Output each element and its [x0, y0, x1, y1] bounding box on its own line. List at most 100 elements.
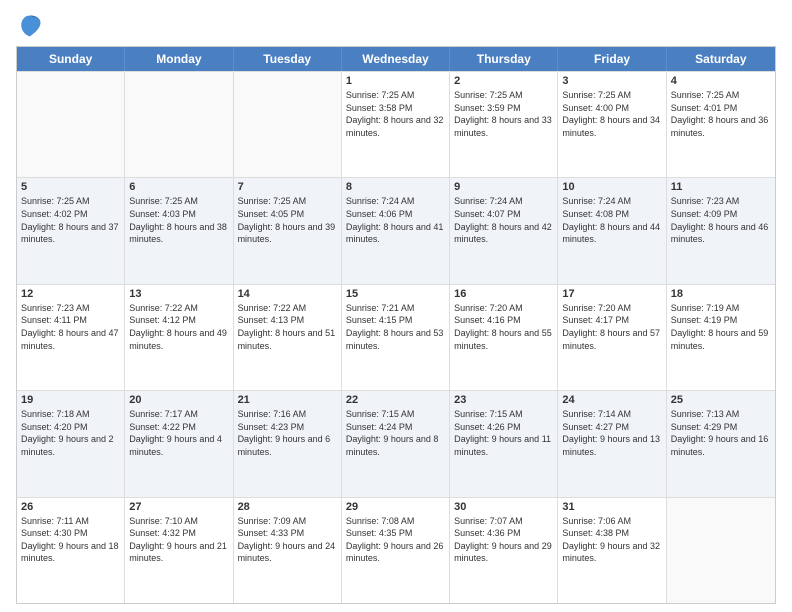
calendar-cell: 25 Sunrise: 7:13 AM Sunset: 4:29 PM Dayli…	[667, 391, 775, 496]
calendar-week: 5 Sunrise: 7:25 AM Sunset: 4:02 PM Daylig…	[17, 177, 775, 283]
calendar-cell: 13 Sunrise: 7:22 AM Sunset: 4:12 PM Dayli…	[125, 285, 233, 390]
day-number: 5	[21, 181, 120, 193]
cell-info: Sunrise: 7:15 AM Sunset: 4:26 PM Dayligh…	[454, 408, 553, 458]
cell-info: Sunrise: 7:06 AM Sunset: 4:38 PM Dayligh…	[562, 515, 661, 565]
cell-info: Sunrise: 7:19 AM Sunset: 4:19 PM Dayligh…	[671, 302, 771, 352]
cell-info: Sunrise: 7:10 AM Sunset: 4:32 PM Dayligh…	[129, 515, 228, 565]
calendar-week: 19 Sunrise: 7:18 AM Sunset: 4:20 PM Dayli…	[17, 390, 775, 496]
calendar-week: 12Sunrise: 7:23 AM Sunset: 4:11 PM Dayli…	[17, 284, 775, 390]
calendar-cell: 3 Sunrise: 7:25 AM Sunset: 4:00 PM Daylig…	[558, 72, 666, 177]
cell-info: Sunrise: 7:24 AM Sunset: 4:08 PM Dayligh…	[562, 195, 661, 245]
calendar-body: 1 Sunrise: 7:25 AM Sunset: 3:58 PM Daylig…	[17, 71, 775, 603]
calendar-cell: 18 Sunrise: 7:19 AM Sunset: 4:19 PM Dayli…	[667, 285, 775, 390]
cell-info: Sunrise: 7:25 AM Sunset: 4:00 PM Dayligh…	[562, 89, 661, 139]
calendar-cell: 20 Sunrise: 7:17 AM Sunset: 4:22 PM Dayli…	[125, 391, 233, 496]
calendar-week: 1 Sunrise: 7:25 AM Sunset: 3:58 PM Daylig…	[17, 71, 775, 177]
cell-info: Sunrise: 7:25 AM Sunset: 4:03 PM Dayligh…	[129, 195, 228, 245]
logo-icon	[16, 12, 44, 40]
weekday-header: Monday	[125, 47, 233, 71]
calendar-cell: 8 Sunrise: 7:24 AM Sunset: 4:06 PM Daylig…	[342, 178, 450, 283]
day-number: 23	[454, 394, 553, 406]
day-number: 29	[346, 501, 445, 513]
calendar-header: SundayMondayTuesdayWednesdayThursdayFrid…	[17, 47, 775, 71]
calendar-cell: 29Sunrise: 7:08 AM Sunset: 4:35 PM Dayli…	[342, 498, 450, 603]
day-number: 9	[454, 181, 553, 193]
calendar-cell: 10 Sunrise: 7:24 AM Sunset: 4:08 PM Dayli…	[558, 178, 666, 283]
calendar-cell: 1 Sunrise: 7:25 AM Sunset: 3:58 PM Daylig…	[342, 72, 450, 177]
day-number: 17	[562, 288, 661, 300]
day-number: 13	[129, 288, 228, 300]
day-number: 26	[21, 501, 120, 513]
calendar-cell: 17Sunrise: 7:20 AM Sunset: 4:17 PM Dayli…	[558, 285, 666, 390]
weekday-header: Tuesday	[234, 47, 342, 71]
calendar-cell: 31 Sunrise: 7:06 AM Sunset: 4:38 PM Dayli…	[558, 498, 666, 603]
calendar: SundayMondayTuesdayWednesdayThursdayFrid…	[16, 46, 776, 604]
cell-info: Sunrise: 7:13 AM Sunset: 4:29 PM Dayligh…	[671, 408, 771, 458]
weekday-header: Thursday	[450, 47, 558, 71]
cell-info: Sunrise: 7:25 AM Sunset: 4:02 PM Dayligh…	[21, 195, 120, 245]
cell-info: Sunrise: 7:11 AM Sunset: 4:30 PM Dayligh…	[21, 515, 120, 565]
day-number: 18	[671, 288, 771, 300]
calendar-cell: 14Sunrise: 7:22 AM Sunset: 4:13 PM Dayli…	[234, 285, 342, 390]
cell-info: Sunrise: 7:14 AM Sunset: 4:27 PM Dayligh…	[562, 408, 661, 458]
day-number: 20	[129, 394, 228, 406]
weekday-header: Sunday	[17, 47, 125, 71]
calendar-cell: 16Sunrise: 7:20 AM Sunset: 4:16 PM Dayli…	[450, 285, 558, 390]
calendar-cell: 21 Sunrise: 7:16 AM Sunset: 4:23 PM Dayli…	[234, 391, 342, 496]
day-number: 10	[562, 181, 661, 193]
day-number: 14	[238, 288, 337, 300]
cell-info: Sunrise: 7:09 AM Sunset: 4:33 PM Dayligh…	[238, 515, 337, 565]
calendar-cell	[234, 72, 342, 177]
logo	[16, 12, 48, 40]
page: SundayMondayTuesdayWednesdayThursdayFrid…	[0, 0, 792, 612]
day-number: 24	[562, 394, 661, 406]
day-number: 4	[671, 75, 771, 87]
calendar-cell: 12Sunrise: 7:23 AM Sunset: 4:11 PM Dayli…	[17, 285, 125, 390]
calendar-cell: 11 Sunrise: 7:23 AM Sunset: 4:09 PM Dayli…	[667, 178, 775, 283]
cell-info: Sunrise: 7:15 AM Sunset: 4:24 PM Dayligh…	[346, 408, 445, 458]
weekday-header: Wednesday	[342, 47, 450, 71]
day-number: 22	[346, 394, 445, 406]
calendar-cell: 2Sunrise: 7:25 AM Sunset: 3:59 PM Daylig…	[450, 72, 558, 177]
calendar-cell: 6Sunrise: 7:25 AM Sunset: 4:03 PM Daylig…	[125, 178, 233, 283]
day-number: 3	[562, 75, 661, 87]
cell-info: Sunrise: 7:25 AM Sunset: 4:01 PM Dayligh…	[671, 89, 771, 139]
cell-info: Sunrise: 7:07 AM Sunset: 4:36 PM Dayligh…	[454, 515, 553, 565]
cell-info: Sunrise: 7:22 AM Sunset: 4:12 PM Dayligh…	[129, 302, 228, 352]
day-number: 27	[129, 501, 228, 513]
weekday-header: Saturday	[667, 47, 775, 71]
header	[16, 12, 776, 40]
calendar-cell: 19 Sunrise: 7:18 AM Sunset: 4:20 PM Dayli…	[17, 391, 125, 496]
calendar-week: 26 Sunrise: 7:11 AM Sunset: 4:30 PM Dayli…	[17, 497, 775, 603]
day-number: 2	[454, 75, 553, 87]
day-number: 7	[238, 181, 337, 193]
cell-info: Sunrise: 7:16 AM Sunset: 4:23 PM Dayligh…	[238, 408, 337, 458]
calendar-cell: 28 Sunrise: 7:09 AM Sunset: 4:33 PM Dayli…	[234, 498, 342, 603]
cell-info: Sunrise: 7:17 AM Sunset: 4:22 PM Dayligh…	[129, 408, 228, 458]
calendar-cell	[125, 72, 233, 177]
day-number: 21	[238, 394, 337, 406]
cell-info: Sunrise: 7:24 AM Sunset: 4:06 PM Dayligh…	[346, 195, 445, 245]
day-number: 28	[238, 501, 337, 513]
day-number: 25	[671, 394, 771, 406]
calendar-cell: 23 Sunrise: 7:15 AM Sunset: 4:26 PM Dayli…	[450, 391, 558, 496]
cell-info: Sunrise: 7:23 AM Sunset: 4:09 PM Dayligh…	[671, 195, 771, 245]
day-number: 8	[346, 181, 445, 193]
day-number: 30	[454, 501, 553, 513]
day-number: 12	[21, 288, 120, 300]
day-number: 19	[21, 394, 120, 406]
day-number: 31	[562, 501, 661, 513]
calendar-cell: 9Sunrise: 7:24 AM Sunset: 4:07 PM Daylig…	[450, 178, 558, 283]
day-number: 15	[346, 288, 445, 300]
day-number: 1	[346, 75, 445, 87]
calendar-cell: 5 Sunrise: 7:25 AM Sunset: 4:02 PM Daylig…	[17, 178, 125, 283]
calendar-cell: 4 Sunrise: 7:25 AM Sunset: 4:01 PM Daylig…	[667, 72, 775, 177]
day-number: 11	[671, 181, 771, 193]
day-number: 16	[454, 288, 553, 300]
calendar-cell	[667, 498, 775, 603]
calendar-cell: 7Sunrise: 7:25 AM Sunset: 4:05 PM Daylig…	[234, 178, 342, 283]
cell-info: Sunrise: 7:25 AM Sunset: 3:58 PM Dayligh…	[346, 89, 445, 139]
calendar-cell	[17, 72, 125, 177]
weekday-header: Friday	[558, 47, 666, 71]
cell-info: Sunrise: 7:18 AM Sunset: 4:20 PM Dayligh…	[21, 408, 120, 458]
